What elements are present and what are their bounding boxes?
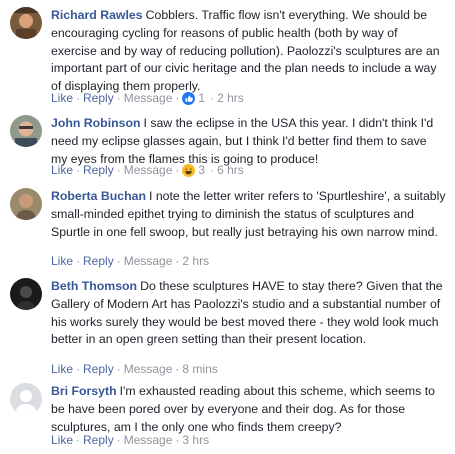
comment-actions: Like · Reply · Message · 3 hrs (51, 433, 210, 447)
reply-link[interactable]: Reply (83, 91, 114, 105)
comment-author[interactable]: Bri Forsyth (51, 384, 117, 398)
avatar[interactable] (10, 188, 42, 220)
message-link[interactable]: Message (124, 254, 173, 268)
reply-link[interactable]: Reply (83, 254, 114, 268)
reply-link[interactable]: Reply (83, 163, 114, 177)
comment-body: Richard Rawles Cobblers. Traffic flow isn… (51, 7, 446, 96)
comment-feed: Richard Rawles Cobblers. Traffic flow isn… (0, 0, 455, 454)
like-thumb-icon[interactable] (182, 92, 196, 105)
comment-author[interactable]: John Robinson (51, 116, 140, 130)
reply-link[interactable]: Reply (83, 362, 114, 376)
profile-photo-icon (10, 188, 42, 220)
comment-time[interactable]: 6 hrs (217, 163, 244, 177)
reply-link[interactable]: Reply (83, 433, 114, 447)
comment-author[interactable]: Roberta Buchan (51, 189, 146, 203)
comment-time[interactable]: 2 hrs (182, 254, 209, 268)
like-link[interactable]: Like (51, 91, 73, 105)
reaction-count[interactable]: 1 (198, 91, 205, 105)
like-link[interactable]: Like (51, 433, 73, 447)
comment-body: Beth Thomson Do these sculptures HAVE to … (51, 278, 446, 349)
comment-actions: Like · Reply · Message · 2 hrs (51, 254, 210, 268)
comment-author[interactable]: Beth Thomson (51, 279, 137, 293)
message-link[interactable]: Message (124, 433, 173, 447)
like-link[interactable]: Like (51, 362, 73, 376)
comment-time[interactable]: 2 hrs (217, 91, 244, 105)
comment-author[interactable]: Richard Rawles (51, 8, 143, 22)
comment-time[interactable]: 3 hrs (182, 433, 209, 447)
like-link[interactable]: Like (51, 163, 73, 177)
profile-photo-icon (10, 115, 42, 147)
comment-actions: Like · Reply · Message · 3 · 6 hrs (51, 163, 244, 177)
profile-photo-icon (10, 278, 42, 310)
comment-body: Roberta Buchan I note the letter writer r… (51, 188, 446, 241)
haha-laugh-icon[interactable] (182, 164, 196, 177)
default-avatar-icon (10, 383, 42, 415)
reaction-count[interactable]: 3 (198, 163, 205, 177)
message-link[interactable]: Message (124, 163, 173, 177)
comment-actions: Like · Reply · Message · 8 mins (51, 362, 218, 376)
profile-photo-icon (10, 7, 42, 39)
comment-body: Bri Forsyth I'm exhausted reading about t… (51, 383, 446, 436)
avatar[interactable] (10, 278, 42, 310)
message-link[interactable]: Message (124, 91, 173, 105)
avatar[interactable] (10, 383, 42, 415)
message-link[interactable]: Message (124, 362, 173, 376)
avatar[interactable] (10, 115, 42, 147)
comment-time[interactable]: 8 mins (182, 362, 217, 376)
comment-actions: Like · Reply · Message · 1 · 2 hrs (51, 91, 244, 105)
avatar[interactable] (10, 7, 42, 39)
like-link[interactable]: Like (51, 254, 73, 268)
comment-body: John Robinson I saw the eclipse in the US… (51, 115, 446, 168)
